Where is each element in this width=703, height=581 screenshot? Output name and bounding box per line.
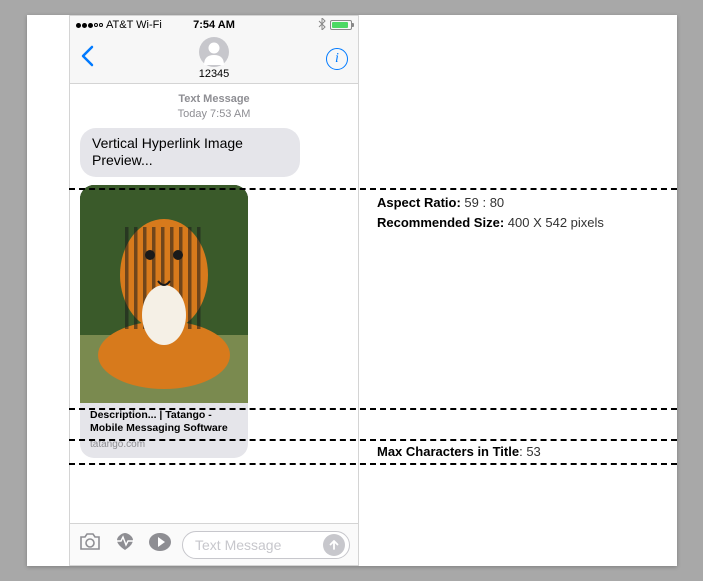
message-bubble: Vertical Hyperlink Image Preview... xyxy=(80,128,300,177)
bluetooth-icon xyxy=(318,18,326,33)
message-meta: Text Message Today 7:53 AM xyxy=(80,92,348,122)
page-frame: AT&T Wi-Fi 7:54 AM 12345 i xyxy=(27,15,677,566)
ratio-label: Aspect Ratio: xyxy=(377,195,461,210)
guide-line xyxy=(69,439,677,441)
link-preview-image xyxy=(80,185,248,403)
apps-icon[interactable] xyxy=(148,532,172,557)
contact-number: 12345 xyxy=(199,68,230,80)
compose-toolbar: Text Message xyxy=(70,523,358,565)
maxchars-label: Max Characters in Title xyxy=(377,444,519,459)
annotation-title: Max Characters in Title: 53 xyxy=(377,442,541,462)
size-label: Recommended Size: xyxy=(377,215,504,230)
avatar-icon xyxy=(199,37,229,67)
ratio-value: 59 : 80 xyxy=(461,195,504,210)
guide-line xyxy=(69,408,677,410)
status-bar: AT&T Wi-Fi 7:54 AM xyxy=(70,16,358,34)
meta-label: Text Message xyxy=(80,92,348,107)
guide-line xyxy=(69,188,677,190)
link-preview-card[interactable]: Description... | Tatango - Mobile Messag… xyxy=(80,185,248,458)
maxchars-value: : 53 xyxy=(519,444,541,459)
contact-header[interactable]: 12345 xyxy=(70,37,358,80)
size-value: 400 X 542 pixels xyxy=(504,215,604,230)
link-title: Description... | Tatango - Mobile Messag… xyxy=(90,409,238,436)
link-caption: Description... | Tatango - Mobile Messag… xyxy=(80,403,248,458)
annotation-image: Aspect Ratio: 59 : 80 Recommended Size: … xyxy=(377,193,604,232)
send-button[interactable] xyxy=(323,534,345,556)
meta-time: Today 7:53 AM xyxy=(178,108,251,120)
phone-frame: AT&T Wi-Fi 7:54 AM 12345 i xyxy=(69,15,359,566)
guide-line xyxy=(69,463,677,465)
battery-icon xyxy=(330,20,352,30)
status-time: 7:54 AM xyxy=(70,19,358,31)
digital-touch-icon[interactable] xyxy=(112,532,138,557)
compose-placeholder: Text Message xyxy=(195,537,323,553)
status-right xyxy=(318,18,352,33)
camera-icon[interactable] xyxy=(78,532,102,557)
conversation: Text Message Today 7:53 AM Vertical Hype… xyxy=(70,84,358,458)
compose-input[interactable]: Text Message xyxy=(182,531,350,559)
nav-bar: 12345 i xyxy=(70,34,358,84)
